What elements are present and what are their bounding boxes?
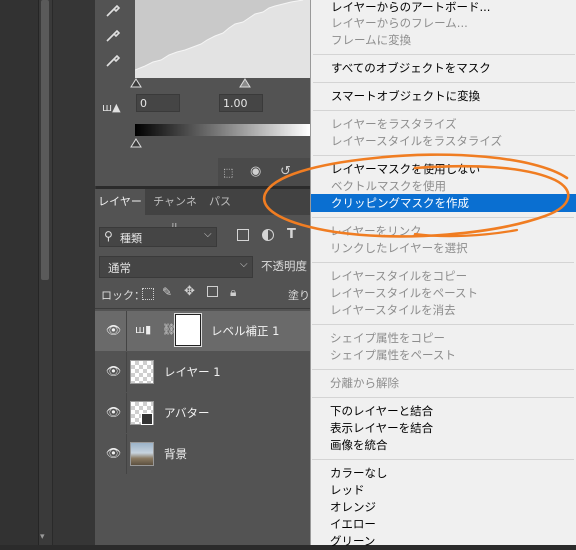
menu-item-convert-to-frame[interactable]: フレームに変換 [331, 32, 411, 49]
scrollbar-thumb[interactable] [41, 0, 49, 280]
filter-pixel-icon[interactable] [237, 229, 249, 241]
divider [95, 308, 310, 309]
lock-transparent-icon[interactable] [142, 288, 154, 300]
input-gamma-field[interactable]: 1.00 [219, 94, 263, 112]
layer-thumbnail[interactable] [130, 442, 154, 466]
filter-type-icon[interactable]: T [287, 227, 296, 242]
tab-channels[interactable]: チャンネル [148, 189, 202, 234]
filter-kind-select[interactable]: ⚲ 種類 ⌵ [99, 227, 217, 247]
blend-mode-select[interactable]: 通常 ⌵ [99, 256, 253, 278]
layer-mask-thumbnail[interactable] [174, 313, 202, 347]
menu-item-disable-layer-mask[interactable]: レイヤーマスクを使用しない [331, 161, 480, 178]
opacity-label: 不透明度 [261, 259, 307, 273]
panel-gutter [52, 0, 96, 545]
search-icon: ⚲ [104, 229, 113, 243]
black-input-slider[interactable] [130, 78, 142, 88]
tab-paths[interactable]: パス [205, 189, 235, 215]
chevron-down-icon: ⌵ [240, 259, 248, 270]
histogram-graph [135, 0, 310, 78]
menu-item-enable-vector-mask[interactable]: ベクトルマスクを使用 [331, 178, 446, 195]
scroll-down-arrow-icon[interactable]: ▾ [40, 532, 45, 542]
divider [126, 434, 127, 474]
lock-artboard-icon[interactable] [207, 286, 218, 297]
blend-mode-value: 通常 [108, 261, 131, 275]
layer-context-menu: レイヤーからのアートボード... レイヤーからのフレーム... フレームに変換 … [310, 0, 576, 545]
menu-item-convert-to-smart-object[interactable]: スマートオブジェクトに変換 [331, 88, 480, 105]
clip-to-layer-icon[interactable]: ⬚ [223, 166, 233, 179]
divider [126, 352, 127, 392]
visibility-eye-icon[interactable]: 👁︎ [106, 446, 121, 460]
menu-separator [313, 82, 575, 83]
gamma-input-slider[interactable] [239, 78, 251, 88]
layer-name[interactable]: アバター [164, 405, 210, 421]
lock-all-icon[interactable]: 🔒︎ [230, 285, 236, 300]
black-point-eyedropper-icon[interactable] [104, 0, 122, 18]
menu-item-mask-all-objects[interactable]: すべてのオブジェクトをマスク [331, 60, 491, 77]
white-point-eyedropper-icon[interactable] [104, 50, 122, 68]
menu-item-rasterize-layer[interactable]: レイヤーをラスタライズ [331, 116, 457, 133]
tab-layers[interactable]: レイヤー [95, 189, 145, 215]
menu-separator [313, 54, 575, 55]
filter-adjustment-icon[interactable] [262, 229, 274, 241]
histogram [135, 0, 310, 78]
view-previous-icon[interactable]: ◉ [250, 164, 261, 179]
lock-position-move-icon[interactable]: ✥ [184, 284, 195, 299]
visibility-eye-icon[interactable]: 👁︎ [106, 323, 121, 337]
filter-kind-label: 種類 [120, 232, 142, 245]
input-black-field[interactable]: 0 [136, 94, 180, 112]
smart-object-badge-icon [141, 413, 153, 425]
layer-name[interactable]: 背景 [164, 446, 187, 462]
histogram-warning-icon[interactable]: ш▲ [102, 101, 121, 114]
menu-item-artboard-from-layers[interactable]: レイヤーからのアートボード... [331, 0, 490, 16]
visibility-eye-icon[interactable]: 👁︎ [106, 364, 121, 378]
menu-separator [313, 155, 575, 156]
lock-label: ロック： [101, 289, 145, 302]
levels-adjustment-icon: ш▮ [135, 323, 152, 336]
menu-item-create-clipping-mask[interactable]: クリッピングマスクを作成 [331, 195, 469, 212]
divider [126, 311, 127, 351]
menu-item-rasterize-layer-style[interactable]: レイヤースタイルをラスタライズ [331, 133, 502, 150]
layer-thumbnail[interactable] [130, 360, 154, 384]
reset-icon[interactable]: ↺ [280, 164, 291, 179]
layer-row-levels[interactable]: 👁︎ ш▮ ⛓︎ レベル補正 1 [95, 311, 310, 351]
layer-row-background[interactable]: 👁︎ 背景 [95, 434, 310, 474]
layer-row-avatar[interactable]: 👁︎ アバター [95, 393, 310, 433]
left-toolbar-strip [0, 0, 38, 545]
output-black-slider[interactable] [130, 138, 142, 148]
fill-label: 塗り [288, 289, 310, 302]
menu-item-frame-from-layers[interactable]: レイヤーからのフレーム... [331, 15, 468, 32]
divider [126, 393, 127, 433]
layer-name[interactable]: レイヤー 1 [164, 364, 221, 380]
visibility-eye-icon[interactable]: 👁︎ [106, 405, 121, 419]
menu-separator [313, 110, 575, 111]
layer-row-layer1[interactable]: 👁︎ レイヤー 1 [95, 352, 310, 392]
chain-link-icon[interactable]: ⛓︎ [162, 323, 176, 336]
lock-image-brush-icon[interactable]: ✎ [162, 285, 172, 299]
output-gradient-bar [135, 124, 310, 136]
chevron-down-icon: ⌵ [204, 229, 212, 240]
gray-point-eyedropper-icon[interactable] [104, 25, 122, 43]
layer-name[interactable]: レベル補正 1 [211, 323, 279, 339]
